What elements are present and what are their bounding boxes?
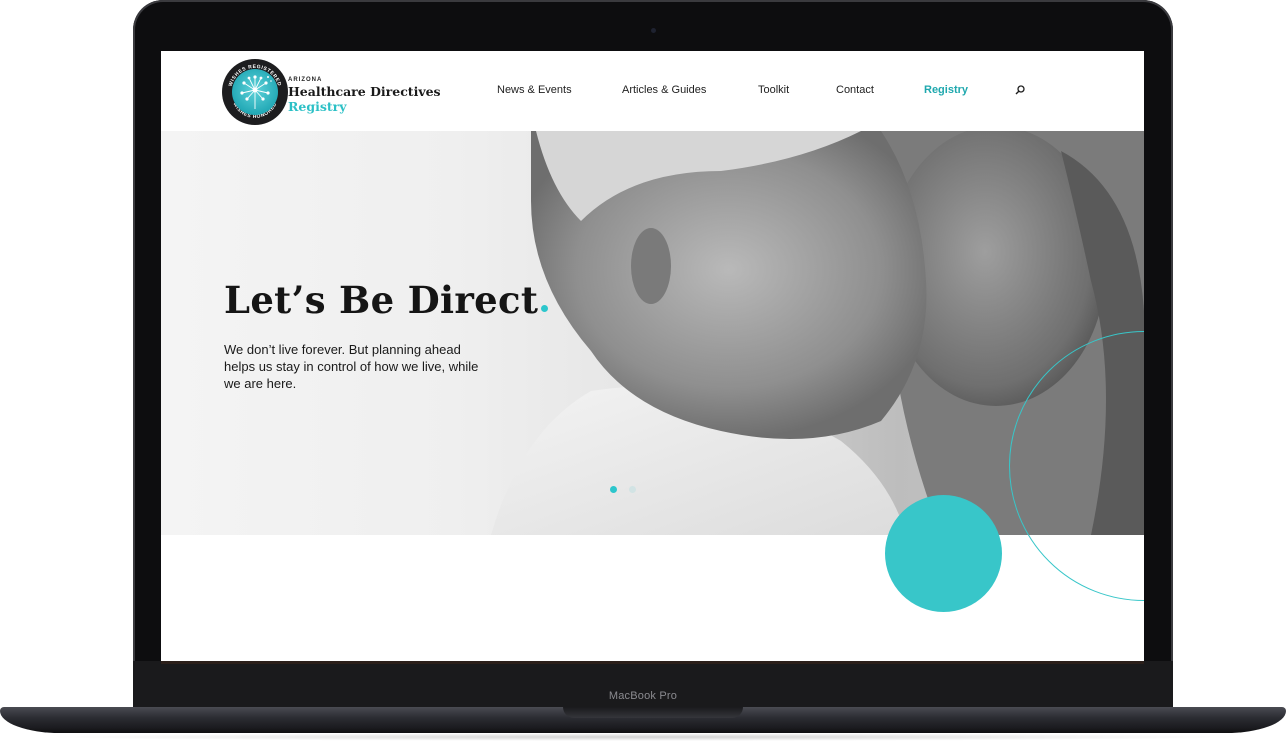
nav-item-articles-guides[interactable]: Articles & Guides [622,84,706,96]
logo-name: Healthcare Directives [288,84,441,99]
hero-photo [491,131,1144,535]
site-header: WISHES REGISTERED WISHES HONORED [161,51,1144,131]
slider-dot-1[interactable] [610,486,617,493]
hero-banner: Let’s Be Direct We don’t live forever. B… [161,131,1144,535]
dandelion-icon [240,75,272,109]
laptop-notch [563,707,743,718]
hero-title-accent-dot [541,305,549,312]
search-icon[interactable] [1015,85,1025,95]
nav-item-registry[interactable]: Registry [924,84,968,96]
hero-title: Let’s Be Direct [224,278,549,322]
nav-item-contact[interactable]: Contact [836,84,874,96]
camera-icon [651,28,656,33]
browser-screen: WISHES REGISTERED WISHES HONORED [161,51,1144,661]
nav-item-toolkit[interactable]: Toolkit [758,84,789,96]
logo-badge[interactable]: WISHES REGISTERED WISHES HONORED [222,59,288,125]
laptop-shadow [40,733,1246,741]
logo-state: ARIZONA [288,77,323,83]
laptop-chin [133,661,1173,712]
device-label: MacBook Pro [608,690,678,702]
screen-bottom-edge [161,661,1144,664]
slider-dot-2[interactable] [629,486,636,493]
hero-body: We don’t live forever. But planning ahea… [224,342,479,391]
logo-sub: Registry [288,99,347,114]
decorative-circle-filled [885,495,1002,612]
hero-title-text: Let’s Be Direct [224,278,539,322]
nav-item-news-events[interactable]: News & Events [497,84,572,96]
